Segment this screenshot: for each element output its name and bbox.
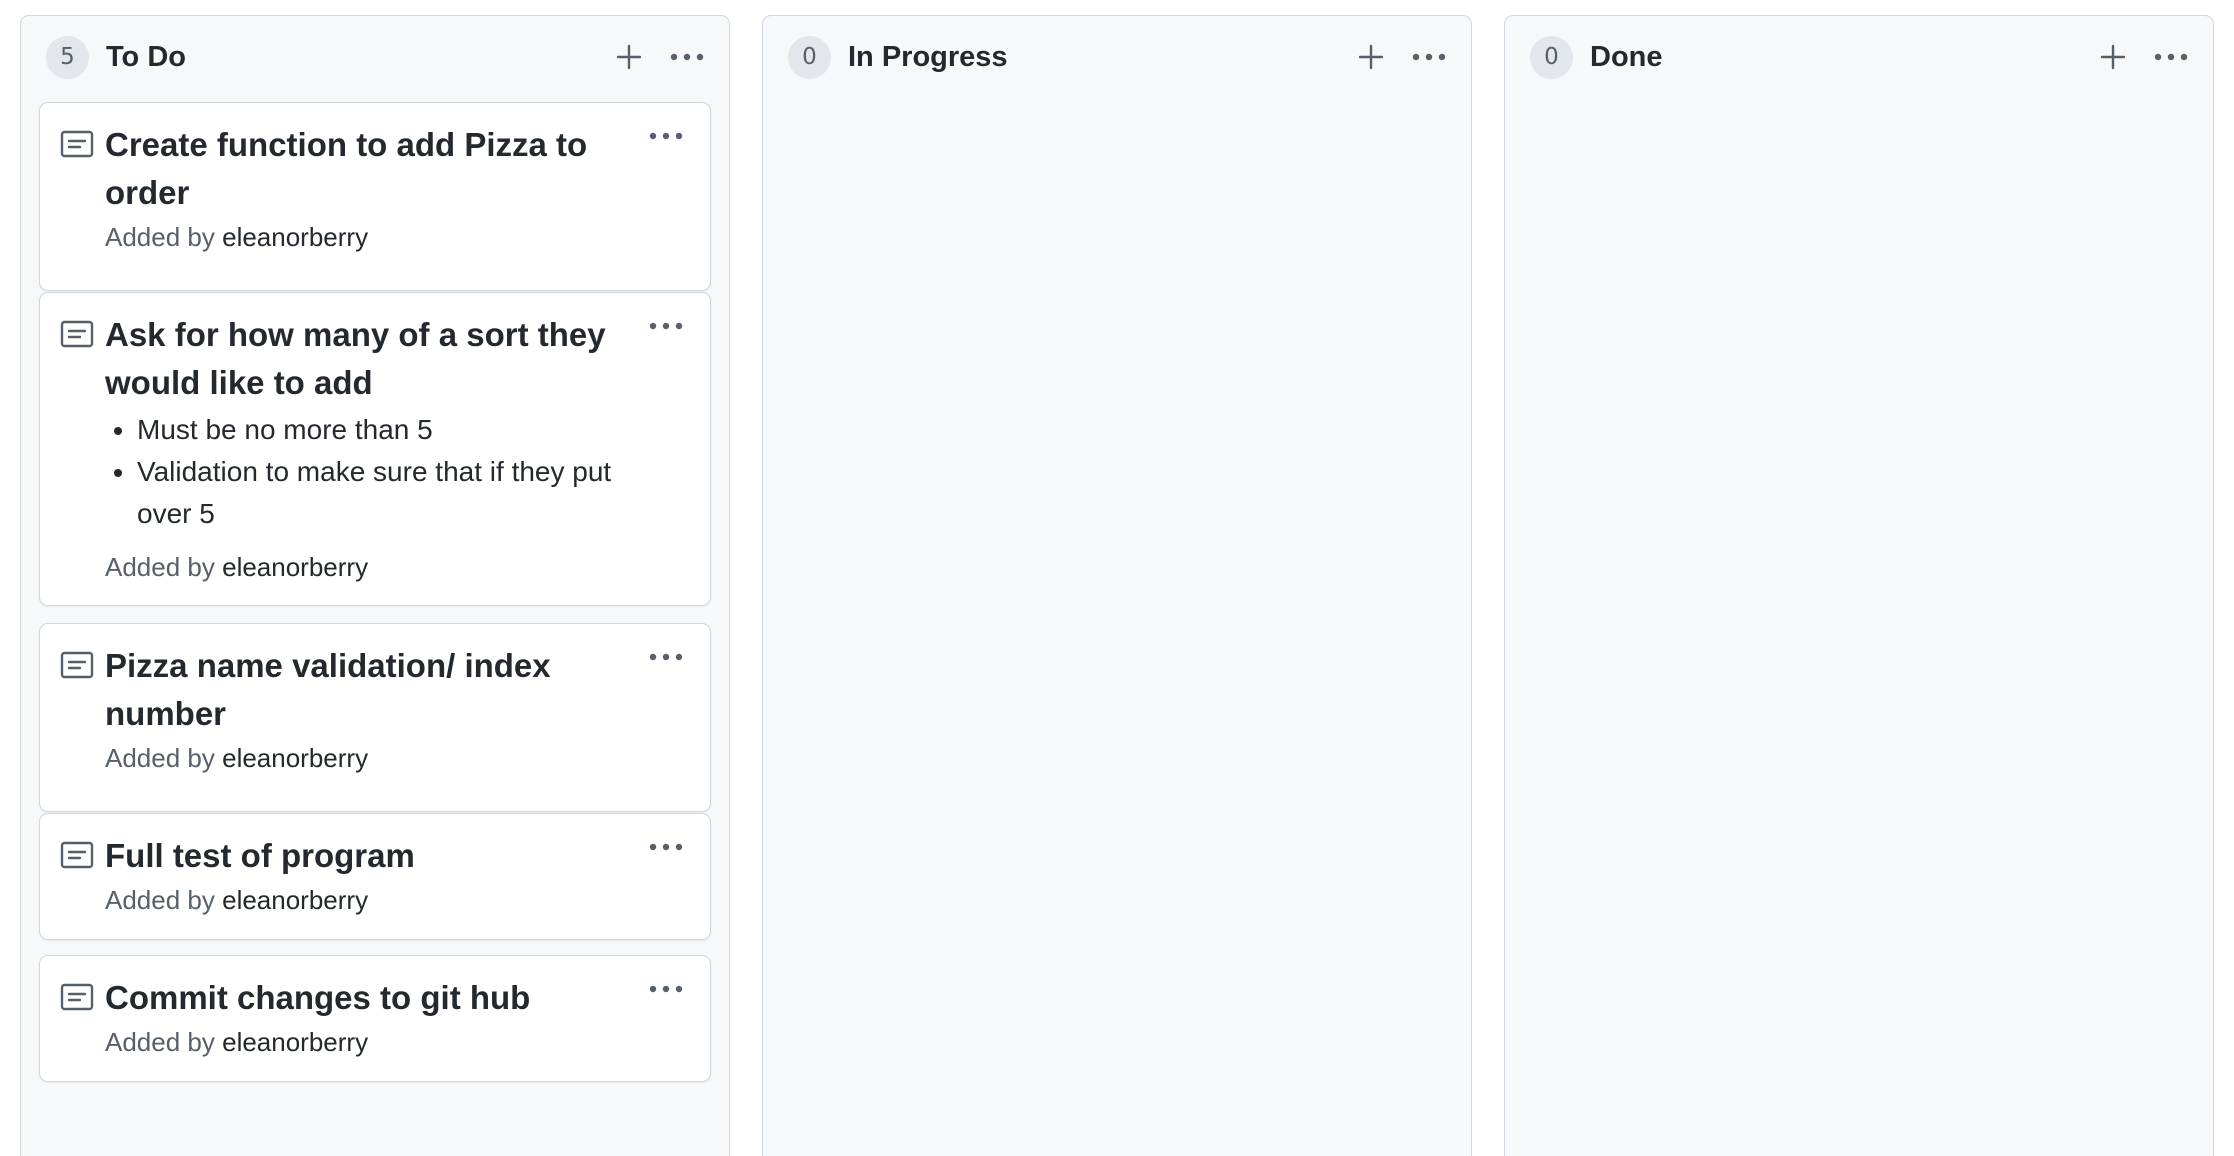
- kebab-horizontal-icon: [670, 53, 704, 61]
- column-menu-button[interactable]: [1407, 35, 1451, 79]
- note-icon: [60, 130, 94, 158]
- kebab-horizontal-icon: [1412, 53, 1446, 61]
- kebab-horizontal-icon: [2154, 53, 2188, 61]
- card-menu-button[interactable]: [644, 974, 688, 1004]
- kebab-horizontal-icon: [649, 843, 683, 851]
- added-by-label: Added by: [105, 885, 215, 915]
- note-icon: [60, 841, 94, 869]
- project-board: 5 To Do Create function to add Pizza to …: [0, 0, 2234, 1156]
- added-by-label: Added by: [105, 743, 215, 773]
- card-body: Create function to add Pizza to order Ad…: [105, 121, 650, 255]
- card-menu-button[interactable]: [644, 311, 688, 341]
- card-meta: Added by eleanorberry: [105, 549, 650, 585]
- column-menu-button[interactable]: [2149, 35, 2193, 79]
- plus-icon: [616, 44, 642, 70]
- add-card-button[interactable]: [1349, 35, 1393, 79]
- added-by-label: Added by: [105, 222, 215, 252]
- column-header: 0 Done: [1530, 35, 2193, 79]
- card[interactable]: Create function to add Pizza to order Ad…: [39, 102, 711, 291]
- card-count-badge: 0: [788, 35, 831, 79]
- plus-icon: [2100, 44, 2126, 70]
- card-author[interactable]: eleanorberry: [222, 743, 368, 773]
- card-count-badge: 0: [1530, 35, 1573, 79]
- card-author[interactable]: eleanorberry: [222, 552, 368, 582]
- list-item: Must be no more than 5: [137, 409, 650, 451]
- card-menu-button[interactable]: [644, 832, 688, 862]
- kebab-horizontal-icon: [649, 985, 683, 993]
- list-item: Validation to make sure that if they put…: [137, 451, 650, 535]
- plus-icon: [1358, 44, 1384, 70]
- card-bullet-list: Must be no more than 5 Validation to mak…: [105, 409, 650, 535]
- card[interactable]: Full test of program Added by eleanorber…: [39, 813, 711, 940]
- added-by-label: Added by: [105, 1027, 215, 1057]
- card-title[interactable]: Full test of program: [105, 832, 650, 880]
- column-header: 5 To Do: [46, 35, 709, 79]
- note-icon: [60, 983, 94, 1011]
- note-icon: [60, 651, 94, 679]
- card-title[interactable]: Ask for how many of a sort they would li…: [105, 311, 650, 407]
- add-card-button[interactable]: [2091, 35, 2135, 79]
- note-icon: [60, 320, 94, 348]
- card-meta: Added by eleanorberry: [105, 219, 650, 255]
- column-todo: 5 To Do Create function to add Pizza to …: [20, 15, 730, 1156]
- card-body: Commit changes to git hub Added by elean…: [105, 974, 650, 1060]
- card-body: Ask for how many of a sort they would li…: [105, 311, 650, 585]
- card-author[interactable]: eleanorberry: [222, 885, 368, 915]
- card-count-badge: 5: [46, 35, 89, 79]
- card-menu-button[interactable]: [644, 121, 688, 151]
- kebab-horizontal-icon: [649, 653, 683, 661]
- column-done: 0 Done: [1504, 15, 2214, 1156]
- card-title[interactable]: Pizza name validation/ index number: [105, 642, 650, 738]
- card-meta: Added by eleanorberry: [105, 740, 650, 776]
- column-title: In Progress: [848, 40, 1008, 73]
- card-menu-button[interactable]: [644, 642, 688, 672]
- column-menu-button[interactable]: [665, 35, 709, 79]
- column-in-progress: 0 In Progress: [762, 15, 1472, 1156]
- column-title: Done: [1590, 40, 1663, 73]
- column-title: To Do: [106, 40, 186, 73]
- kebab-horizontal-icon: [649, 132, 683, 140]
- card-title[interactable]: Create function to add Pizza to order: [105, 121, 650, 217]
- card-body: Pizza name validation/ index number Adde…: [105, 642, 650, 776]
- card-body: Full test of program Added by eleanorber…: [105, 832, 650, 918]
- card-meta: Added by eleanorberry: [105, 1024, 650, 1060]
- card[interactable]: Commit changes to git hub Added by elean…: [39, 955, 711, 1082]
- card[interactable]: Pizza name validation/ index number Adde…: [39, 623, 711, 812]
- add-card-button[interactable]: [607, 35, 651, 79]
- column-header: 0 In Progress: [788, 35, 1451, 79]
- card[interactable]: Ask for how many of a sort they would li…: [39, 292, 711, 606]
- added-by-label: Added by: [105, 552, 215, 582]
- card-author[interactable]: eleanorberry: [222, 1027, 368, 1057]
- card-title[interactable]: Commit changes to git hub: [105, 974, 650, 1022]
- card-meta: Added by eleanorberry: [105, 882, 650, 918]
- kebab-horizontal-icon: [649, 322, 683, 330]
- card-author[interactable]: eleanorberry: [222, 222, 368, 252]
